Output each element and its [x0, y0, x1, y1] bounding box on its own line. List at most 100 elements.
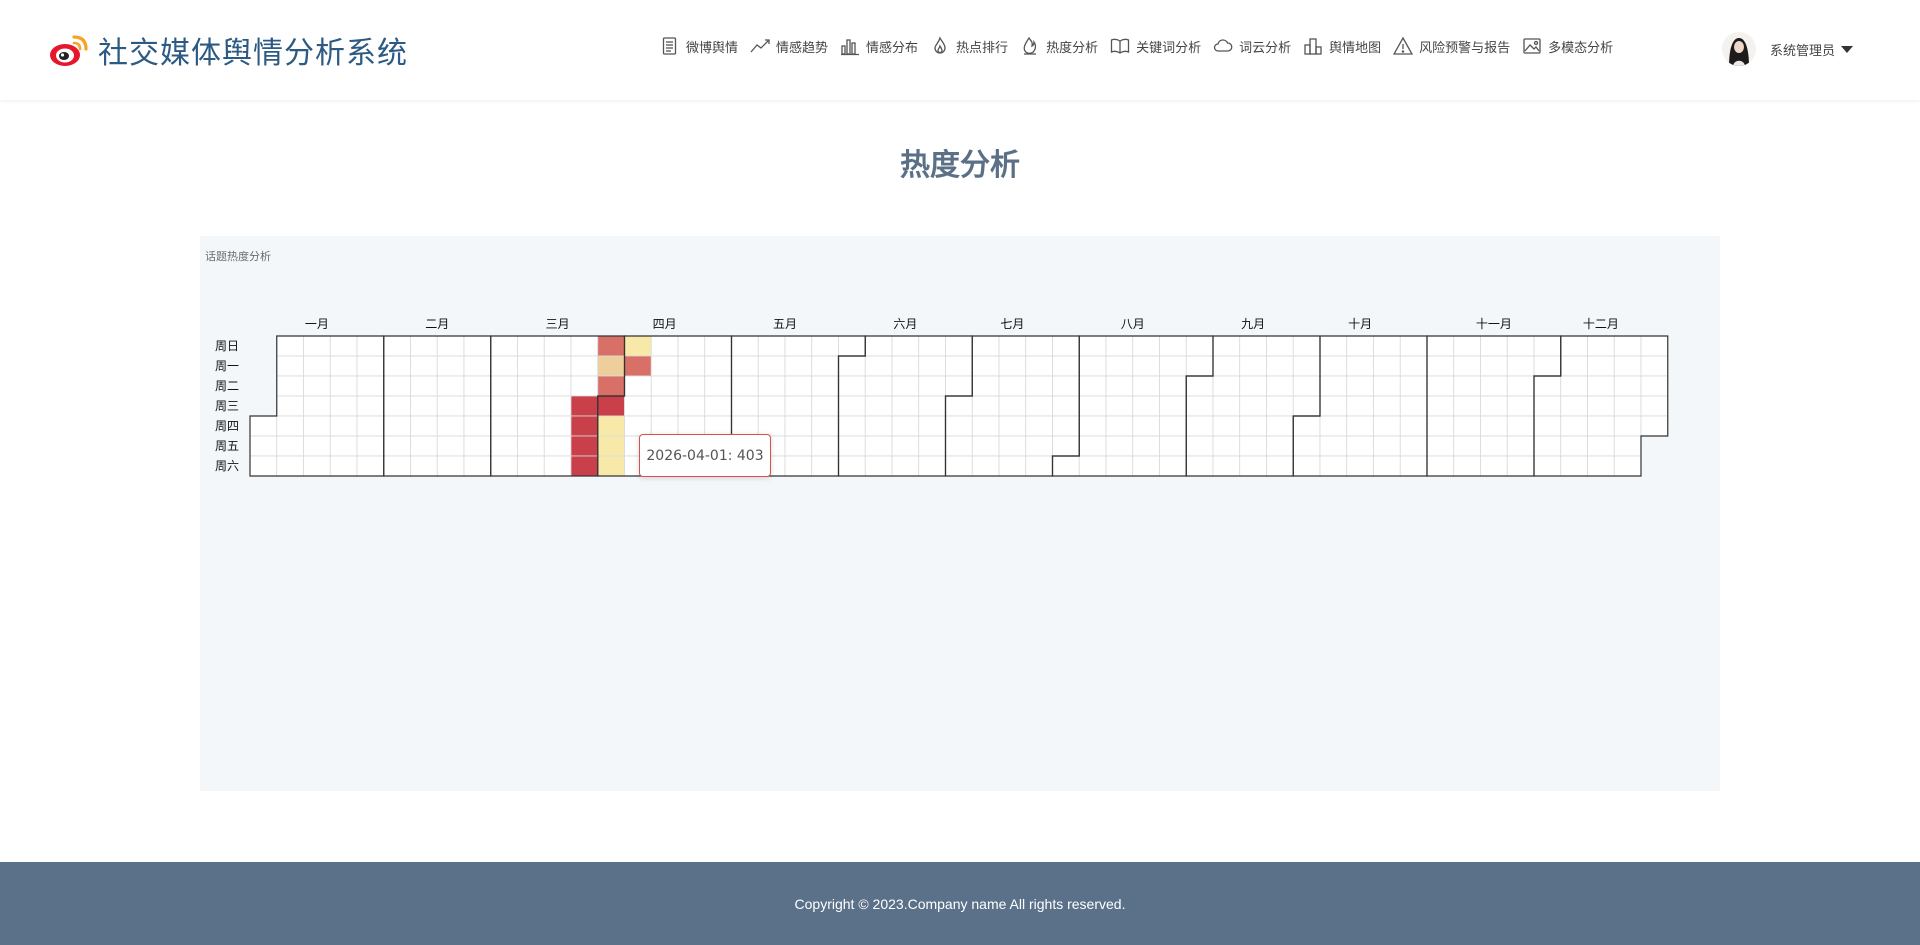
heatmap-cell[interactable]	[356, 395, 385, 417]
heatmap-cell[interactable]	[329, 435, 358, 457]
heatmap-cell[interactable]	[543, 395, 572, 417]
heatmap-cell[interactable]	[1292, 355, 1321, 377]
heatmap-cell[interactable]	[543, 335, 572, 357]
heatmap-cell[interactable]	[945, 355, 973, 377]
heatmap-cell[interactable]	[1346, 355, 1374, 377]
heatmap-cell[interactable]	[570, 435, 599, 457]
heatmap-cell[interactable]	[570, 395, 599, 417]
heatmap-cell[interactable]	[864, 375, 893, 397]
heatmap-cell[interactable]	[1373, 415, 1401, 437]
heatmap-cell[interactable]	[490, 355, 518, 377]
heatmap-cell[interactable]	[838, 355, 866, 377]
heatmap-cell[interactable]	[918, 395, 946, 417]
heatmap-cell[interactable]	[410, 355, 438, 377]
heatmap-cell[interactable]	[276, 355, 304, 377]
heatmap-cell[interactable]	[303, 435, 331, 457]
heatmap-cell[interactable]	[1453, 395, 1481, 417]
heatmap-cell[interactable]	[1399, 395, 1428, 417]
heatmap-cell[interactable]	[570, 375, 599, 397]
heatmap-cell[interactable]	[971, 355, 1000, 377]
heatmap-cell[interactable]	[971, 335, 1000, 357]
heatmap-cell[interactable]	[1373, 455, 1401, 477]
heatmap-cell[interactable]	[1587, 455, 1615, 477]
heatmap-cell[interactable]	[731, 395, 759, 417]
heatmap-cell[interactable]	[1453, 375, 1481, 397]
heatmap-cell[interactable]	[1613, 335, 1642, 357]
nav-item-wordcloud[interactable]: 词云分析	[1213, 36, 1291, 56]
heatmap-cell[interactable]	[1052, 435, 1080, 457]
heatmap-cell[interactable]	[490, 455, 518, 477]
heatmap-cell[interactable]	[650, 375, 679, 397]
heatmap-cell[interactable]	[1159, 335, 1187, 357]
heatmap-cell[interactable]	[704, 355, 732, 377]
heatmap-cell[interactable]	[1105, 435, 1134, 457]
heatmap-cell[interactable]	[329, 455, 358, 477]
heatmap-cell[interactable]	[1212, 415, 1241, 437]
heatmap-cell[interactable]	[1399, 375, 1428, 397]
heatmap-cell[interactable]	[1239, 355, 1267, 377]
heatmap-cell[interactable]	[1613, 455, 1642, 477]
heatmap-cell[interactable]	[811, 355, 839, 377]
heatmap-cell[interactable]	[757, 415, 786, 437]
heatmap-cell[interactable]	[1212, 435, 1241, 457]
heatmap-cell[interactable]	[303, 415, 331, 437]
heatmap-cell[interactable]	[650, 355, 679, 377]
heatmap-cell[interactable]	[918, 375, 946, 397]
heatmap-cell[interactable]	[1506, 375, 1535, 397]
heatmap-cell[interactable]	[1346, 335, 1374, 357]
heatmap-cell[interactable]	[1373, 355, 1401, 377]
heatmap-cell[interactable]	[276, 375, 304, 397]
heatmap-cell[interactable]	[811, 395, 839, 417]
heatmap-cell[interactable]	[1426, 395, 1455, 417]
heatmap-cell[interactable]	[945, 435, 973, 457]
heatmap-cell[interactable]	[731, 375, 759, 397]
heatmap-cell[interactable]	[971, 375, 1000, 397]
heatmap-cell[interactable]	[303, 335, 331, 357]
heatmap-cell[interactable]	[276, 395, 304, 417]
brand[interactable]: 社交媒体舆情分析系统	[48, 28, 408, 72]
nav-item-trend[interactable]: 情感趋势	[750, 36, 828, 56]
heatmap-cell[interactable]	[1185, 395, 1214, 417]
heatmap-cell[interactable]	[1373, 395, 1401, 417]
heatmap-cell[interactable]	[1453, 335, 1481, 357]
heatmap-cell[interactable]	[704, 395, 732, 417]
heatmap-cell[interactable]	[1319, 355, 1348, 377]
heatmap-cell[interactable]	[864, 415, 893, 437]
heatmap-cell[interactable]	[1212, 375, 1241, 397]
nav-item-distribution[interactable]: 情感分布	[840, 36, 918, 56]
heatmap-cell[interactable]	[1506, 355, 1535, 377]
heatmap-cell[interactable]	[1239, 375, 1267, 397]
heatmap-cell[interactable]	[1132, 335, 1160, 357]
heatmap-cell[interactable]	[1480, 375, 1508, 397]
heatmap-cell[interactable]	[356, 415, 385, 437]
heatmap-cell[interactable]	[1292, 335, 1321, 357]
heatmap-cell[interactable]	[383, 435, 411, 457]
heatmap-cell[interactable]	[1613, 375, 1642, 397]
heatmap-cell[interactable]	[1025, 415, 1053, 437]
heatmap-cell[interactable]	[1399, 415, 1428, 437]
heatmap-cell[interactable]	[1480, 335, 1508, 357]
heatmap-cell[interactable]	[1212, 355, 1241, 377]
heatmap-cell[interactable]	[249, 455, 278, 477]
heatmap-cell[interactable]	[303, 455, 331, 477]
heatmap-cell[interactable]	[597, 455, 625, 477]
heatmap-cell[interactable]	[1052, 355, 1080, 377]
heatmap-cell[interactable]	[838, 415, 866, 437]
heatmap-cell[interactable]	[864, 435, 893, 457]
heatmap-cell[interactable]	[971, 415, 1000, 437]
heatmap-cell[interactable]	[1159, 415, 1187, 437]
heatmap-cell[interactable]	[1346, 415, 1374, 437]
heatmap-cell[interactable]	[276, 435, 304, 457]
nav-item-hot-ranking[interactable]: 热点排行	[930, 36, 1008, 56]
heatmap-cell[interactable]	[998, 355, 1027, 377]
heatmap-cell[interactable]	[1266, 455, 1294, 477]
heatmap-cell[interactable]	[1613, 435, 1642, 457]
heatmap-cell[interactable]	[811, 435, 839, 457]
heatmap-cell[interactable]	[784, 435, 813, 457]
heatmap-cell[interactable]	[1480, 435, 1508, 457]
heatmap-cell[interactable]	[1185, 455, 1214, 477]
heatmap-cell[interactable]	[1453, 455, 1481, 477]
heatmap-cell[interactable]	[945, 415, 973, 437]
heatmap-cell[interactable]	[838, 375, 866, 397]
heatmap-cell[interactable]	[1212, 395, 1241, 417]
